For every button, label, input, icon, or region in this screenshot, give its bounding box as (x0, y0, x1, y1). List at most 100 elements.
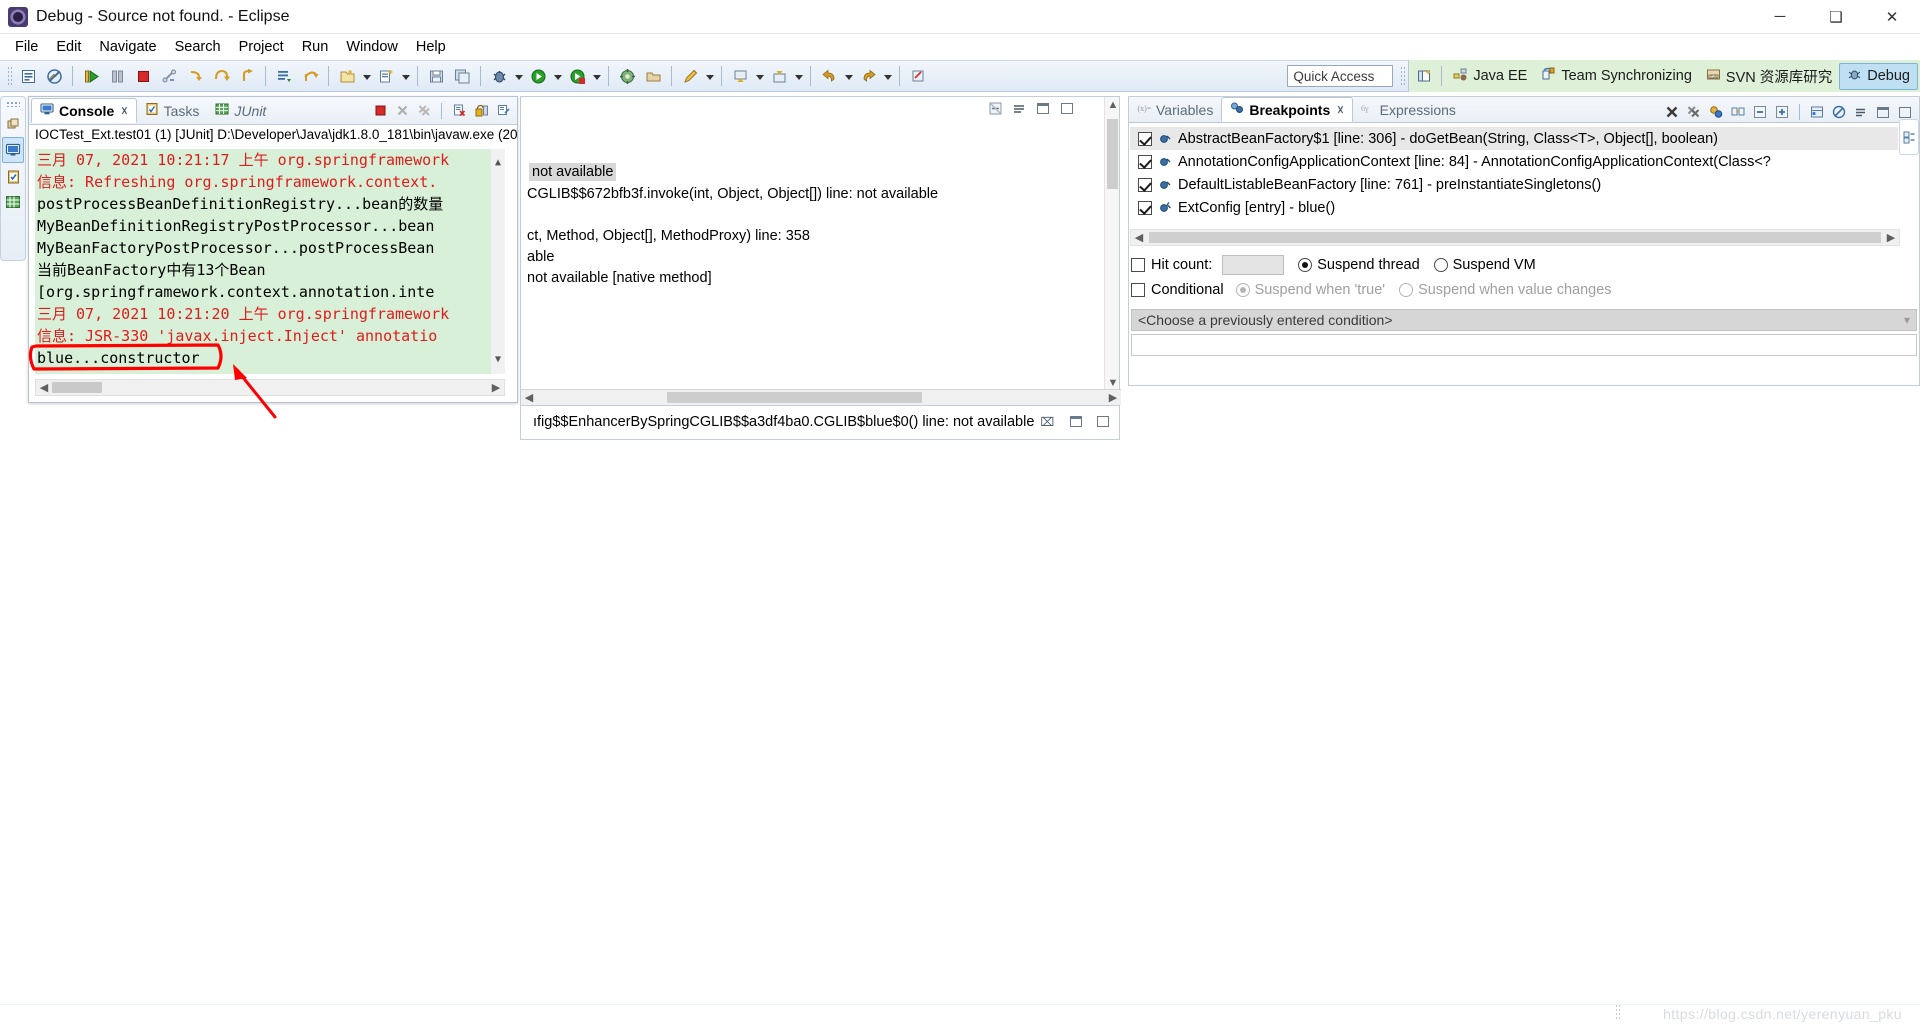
fast-view-junit[interactable] (2, 189, 24, 215)
scroll-right-arrow[interactable]: ▶ (1883, 231, 1899, 244)
link-broken-icon[interactable] (42, 64, 66, 88)
scroll-thumb[interactable] (1107, 119, 1118, 189)
external-tools-icon[interactable] (615, 64, 639, 88)
new-class-icon[interactable] (374, 64, 398, 88)
pin-editor-icon[interactable] (906, 64, 930, 88)
condition-combo[interactable]: <Choose a previously entered condition> … (1131, 309, 1917, 331)
fast-view-console[interactable] (2, 137, 24, 163)
search-dropdown[interactable] (703, 65, 716, 87)
scroll-thumb[interactable] (52, 382, 102, 393)
stack-frame-row[interactable]: not available [native method] (527, 270, 712, 286)
fast-view-tasks[interactable] (2, 163, 24, 189)
scroll-right-arrow[interactable]: ▶ (1105, 391, 1121, 404)
run-coverage-icon[interactable] (565, 64, 589, 88)
conditional-checkbox[interactable] (1131, 282, 1145, 297)
terminate-icon[interactable] (370, 101, 390, 121)
perspective-svn[interactable]: SVN SVN 资源库研究 (1699, 63, 1839, 90)
suspend-when-true-radio[interactable] (1235, 282, 1250, 297)
remove-launch-icon[interactable] (392, 101, 412, 121)
collapse-all-icon[interactable] (1750, 102, 1770, 122)
view-menu-icon[interactable] (1009, 98, 1029, 118)
breakpoint-row[interactable]: AnnotationConfigApplicationContext [line… (1130, 150, 1898, 173)
chevron-down-icon[interactable]: ▾ (1904, 313, 1910, 327)
link-with-debug-view-icon[interactable] (1728, 102, 1748, 122)
perspective-debug[interactable]: Debug (1839, 62, 1918, 90)
scroll-up-arrow[interactable]: ▲ (1105, 99, 1121, 111)
breakpoints-list[interactable]: AbstractBeanFactory$1 [line: 306] - doGe… (1130, 127, 1898, 219)
scroll-down-arrow[interactable]: ▼ (491, 349, 505, 371)
expand-all-icon[interactable] (1772, 102, 1792, 122)
toolbar-grip[interactable] (7, 66, 12, 86)
debug-bug-icon[interactable] (487, 64, 511, 88)
skip-all-breakpoints-icon[interactable] (1829, 102, 1849, 122)
back-dropdown[interactable] (842, 65, 855, 87)
open-type-icon[interactable] (641, 64, 665, 88)
save-all-icon[interactable] (450, 64, 474, 88)
maximize-panel-icon[interactable] (1057, 98, 1077, 118)
view-menu-icon[interactable] (1851, 102, 1871, 122)
new-wizard-icon[interactable] (16, 64, 40, 88)
scroll-down-arrow[interactable]: ▼ (1105, 377, 1121, 389)
breakpoint-checkbox[interactable] (1138, 200, 1152, 215)
restore-icon[interactable] (2, 111, 24, 137)
maximize-panel-icon[interactable] (1093, 411, 1113, 431)
menu-help[interactable]: Help (407, 36, 455, 58)
close-icon[interactable]: ☓ (121, 104, 127, 118)
stack-horizontal-scrollbar[interactable]: ◀ ▶ (521, 389, 1121, 405)
run-coverage-dropdown[interactable] (590, 65, 603, 87)
forward-icon[interactable] (856, 64, 880, 88)
scroll-lock-icon[interactable] (471, 101, 491, 121)
tab-expressions[interactable]: 6γ Expressions (1353, 97, 1464, 122)
tab-tasks[interactable]: Tasks (137, 98, 208, 123)
scroll-up-arrow[interactable]: ▲ (491, 152, 505, 174)
pin-console-icon[interactable] (493, 101, 513, 121)
stack-frame-row[interactable]: not available (529, 163, 617, 181)
remove-all-breakpoints-icon[interactable] (1684, 102, 1704, 122)
menu-search[interactable]: Search (166, 36, 230, 58)
scroll-right-arrow[interactable]: ▶ (488, 381, 504, 394)
tab-variables[interactable]: (x)= Variables (1129, 97, 1221, 122)
new-java-project-icon[interactable] (335, 64, 359, 88)
breakpoint-checkbox[interactable] (1138, 177, 1152, 192)
suspend-thread-radio[interactable] (1298, 257, 1313, 272)
drop-to-frame-icon[interactable] (272, 64, 296, 88)
forward-dropdown[interactable] (881, 65, 894, 87)
open-perspective-icon[interactable] (1412, 64, 1436, 88)
menu-navigate[interactable]: Navigate (90, 36, 165, 58)
close-button[interactable]: ✕ (1864, 0, 1920, 34)
breakpoint-working-sets-icon[interactable] (1807, 102, 1827, 122)
menu-edit[interactable]: Edit (47, 36, 90, 58)
stack-frame-row[interactable]: ct, Method, Object[], MethodProxy) line:… (527, 228, 810, 244)
scroll-left-arrow[interactable]: ◀ (36, 381, 52, 394)
hit-count-input[interactable] (1222, 254, 1285, 275)
hit-count-checkbox[interactable] (1131, 257, 1145, 272)
stack-trace-area[interactable]: not available CGLIB$$672bfb3f.invoke(int… (521, 97, 1121, 407)
stack-frame-row[interactable]: CGLIB$$672bfb3f.invoke(int, Object, Obje… (527, 186, 938, 202)
scroll-left-arrow[interactable]: ◀ (1131, 231, 1147, 244)
menu-project[interactable]: Project (230, 36, 293, 58)
new-java-project-dropdown[interactable] (360, 65, 373, 87)
stack-frame-row[interactable]: able (527, 249, 554, 265)
tab-breakpoints[interactable]: Breakpoints ☓ (1221, 97, 1353, 122)
next-annotation-dropdown[interactable] (753, 65, 766, 87)
step-over-icon[interactable] (209, 64, 233, 88)
menu-file[interactable]: File (6, 36, 47, 58)
run-dropdown[interactable] (551, 65, 564, 87)
remove-breakpoint-icon[interactable] (1662, 102, 1682, 122)
perspective-bar-grip[interactable] (1400, 66, 1406, 86)
step-return-icon[interactable] (235, 64, 259, 88)
fast-view-grip[interactable] (6, 101, 20, 107)
scroll-left-arrow[interactable]: ◀ (521, 391, 537, 404)
remove-all-terminated-icon[interactable] (414, 101, 434, 121)
suspend-vm-radio[interactable] (1433, 257, 1448, 272)
collapse-stack-icon[interactable] (985, 98, 1005, 118)
minimize-panel-icon[interactable] (1066, 411, 1086, 431)
back-icon[interactable] (817, 64, 841, 88)
tab-junit[interactable]: JUnit (207, 98, 274, 123)
resume-icon[interactable] (79, 64, 103, 88)
terminate-icon[interactable] (131, 64, 155, 88)
breakpoints-horizontal-scrollbar[interactable]: ◀ ▶ (1130, 229, 1900, 246)
close-icon[interactable]: ☓ (1337, 103, 1343, 117)
condition-editor[interactable] (1131, 334, 1917, 356)
breakpoint-row[interactable]: DefaultListableBeanFactory [line: 761] -… (1130, 173, 1898, 196)
